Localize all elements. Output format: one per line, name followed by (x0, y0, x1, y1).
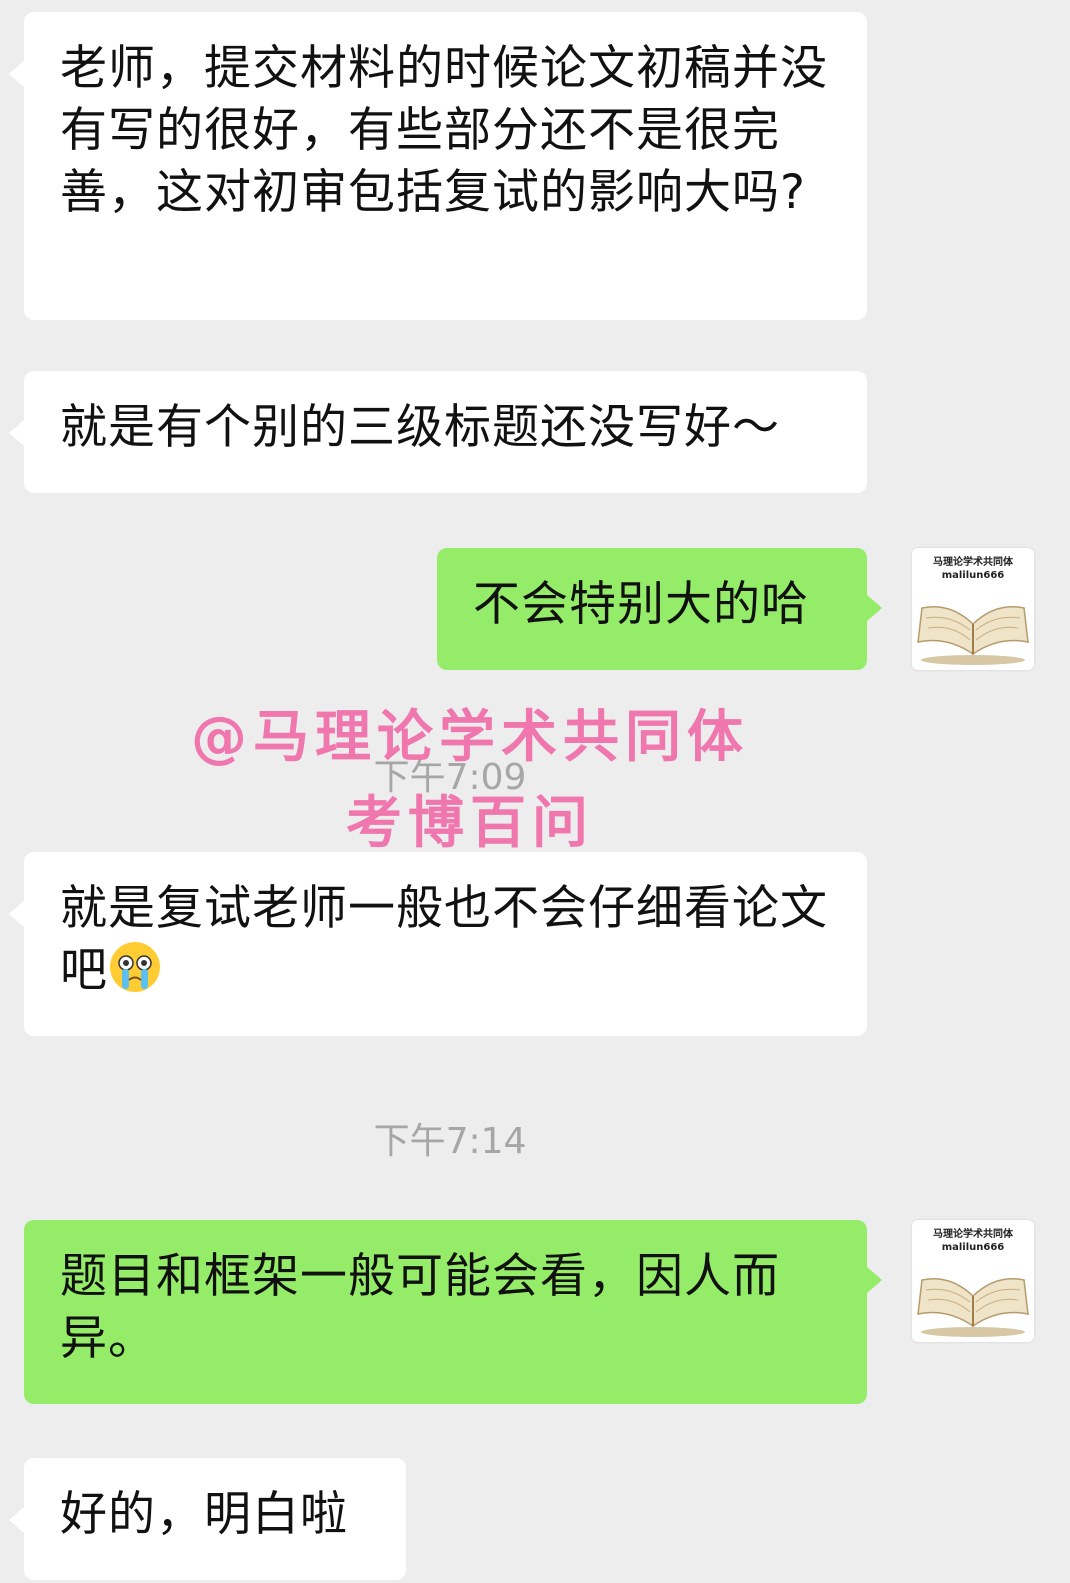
crying-face-icon (108, 940, 162, 994)
open-book-icon (917, 1278, 1029, 1337)
message-bubble-incoming[interactable]: 就是复试老师一般也不会仔细看论文吧 (9, 852, 867, 1036)
timestamp: 下午7:14 (373, 1121, 527, 1162)
message-text: 就是复试老师一般也不会仔细看论文吧 (60, 881, 828, 998)
open-book-icon (917, 606, 1029, 665)
message-text: 老师，提交材料的时候论文初稿并没有写的很好，有些部分还不是很完善，这对初审包括复… (60, 41, 828, 220)
watermark-line: @马理论学术共同体 (191, 705, 749, 770)
avatar-caption: 马理论学术共同体 (933, 557, 1013, 568)
message-text: 好的，明白啦 (60, 1487, 348, 1542)
message-bubble-incoming[interactable]: 老师，提交材料的时候论文初稿并没有写的很好，有些部分还不是很完善，这对初审包括复… (9, 12, 867, 320)
avatar-caption: 马理论学术共同体 (933, 1229, 1013, 1240)
message-bubble-outgoing[interactable]: 不会特别大的哈 (437, 548, 882, 670)
avatar-caption: malilun666 (941, 570, 1005, 581)
message-text: 就是有个别的三级标题还没写好～ (60, 400, 780, 455)
message-text: 题目和框架一般可能会看，因人而异。 (60, 1249, 780, 1366)
message-bubble-incoming[interactable]: 好的，明白啦 (9, 1458, 406, 1580)
watermark-line: 考博百问 (346, 791, 594, 856)
avatar[interactable]: 马理论学术共同体 malilun666 (912, 1220, 1034, 1342)
message-bubble-incoming[interactable]: 就是有个别的三级标题还没写好～ (9, 371, 867, 493)
message-bubble-outgoing[interactable]: 题目和框架一般可能会看，因人而异。 (24, 1220, 882, 1404)
message-text: 不会特别大的哈 (473, 577, 809, 632)
avatar[interactable]: 马理论学术共同体 malilun666 (912, 548, 1034, 670)
avatar-caption: malilun666 (941, 1242, 1005, 1253)
